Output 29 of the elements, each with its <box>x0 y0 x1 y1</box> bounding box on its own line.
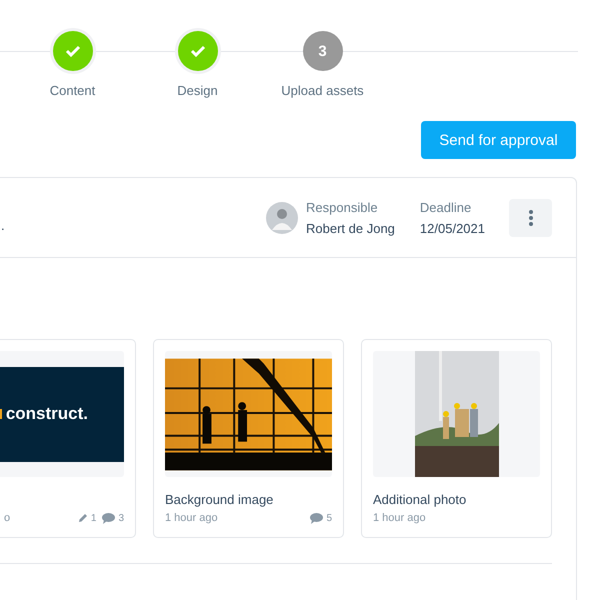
more-icon <box>528 210 532 226</box>
more-options-button[interactable] <box>509 198 552 236</box>
asset-card[interactable]: Background image 1 hour ago 5 <box>153 339 344 538</box>
check-icon <box>64 45 80 57</box>
edit-count: 1 <box>90 512 96 524</box>
logo-text: construct. <box>6 404 88 424</box>
asset-title: Background image <box>165 492 274 508</box>
asset-title: Additional photo <box>373 492 468 508</box>
comment-icon <box>310 512 324 524</box>
deadline-label: Deadline <box>420 200 472 214</box>
responsible-name: Robert de Jong <box>306 220 395 236</box>
comment-count: 5 <box>326 512 332 524</box>
step-label: Upload assets <box>281 83 364 98</box>
responsible-label: Responsible <box>306 200 379 214</box>
pencil-icon <box>78 513 88 523</box>
step-label: Content <box>50 83 96 98</box>
comment-count: 3 <box>118 512 124 524</box>
asset-time: 1 hour ago <box>165 512 218 524</box>
asset-card[interactable]: construct. o 1 3 <box>0 339 136 538</box>
check-icon <box>190 45 206 57</box>
deadline-date: 12/05/2021 <box>420 220 485 236</box>
asset-card[interactable]: Additional photo 1 hour ago <box>361 339 552 538</box>
avatar-icon <box>266 202 298 234</box>
asset-time: o <box>4 512 10 524</box>
step-label: Design <box>177 83 218 98</box>
asset-time: 1 hour ago <box>373 512 426 524</box>
task-description: . <box>1 218 5 233</box>
step-indicator: 3 <box>302 31 342 71</box>
comment-icon <box>102 512 116 524</box>
